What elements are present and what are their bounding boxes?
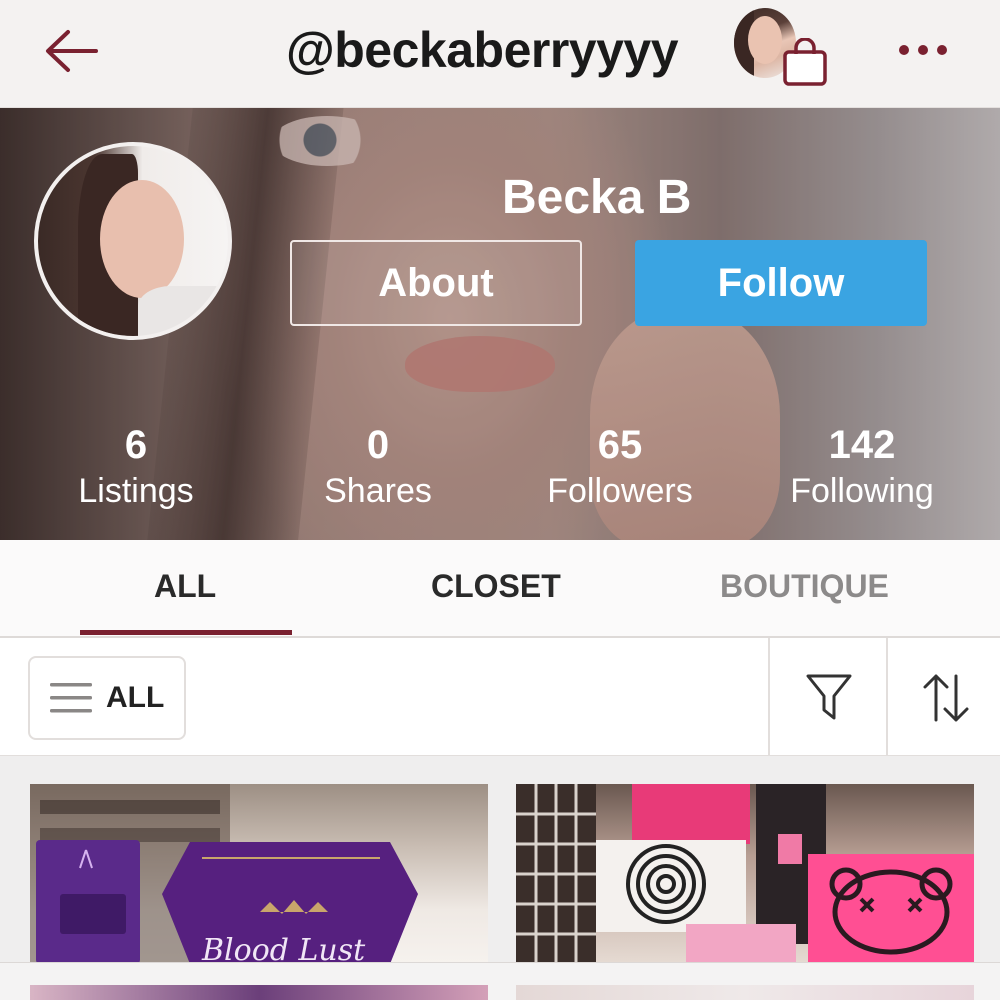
- category-label: ALL: [106, 681, 165, 714]
- listing-photo: Blood Lust: [30, 784, 418, 964]
- stat-following[interactable]: 142 Following: [752, 420, 972, 512]
- profile-handle: @beckaberryyyy: [286, 22, 679, 78]
- active-tab-indicator: [80, 630, 292, 635]
- about-button[interactable]: About: [290, 240, 582, 326]
- profile-avatar[interactable]: [34, 142, 232, 340]
- listing-sign: Blood Lust: [201, 933, 366, 964]
- stat-shares[interactable]: 0 Shares: [268, 420, 488, 512]
- divider: [886, 638, 888, 756]
- back-arrow-icon[interactable]: [42, 26, 102, 76]
- divider: [768, 638, 770, 756]
- more-dots-icon[interactable]: [896, 40, 950, 60]
- follow-button[interactable]: Follow: [635, 240, 927, 326]
- profile-name: Becka B: [502, 171, 692, 224]
- shopping-bag-icon[interactable]: [780, 38, 830, 88]
- stat-value: 6: [124, 423, 148, 467]
- profile-cover: Becka B About Follow 6 Listings 0 Shares…: [0, 108, 1000, 540]
- stat-label: Following: [790, 472, 934, 510]
- listing-card[interactable]: [516, 784, 974, 964]
- hamburger-icon: [50, 683, 92, 713]
- stat-label: Shares: [324, 472, 432, 510]
- stat-value: 65: [597, 423, 643, 467]
- tab-all[interactable]: ALL: [154, 568, 216, 605]
- stat-label: Listings: [78, 472, 194, 510]
- stat-value: 0: [366, 423, 390, 467]
- stat-followers[interactable]: 65 Followers: [510, 420, 730, 512]
- top-bar: @beckaberryyyy: [0, 0, 1000, 108]
- sort-arrows-icon[interactable]: [922, 672, 970, 724]
- tab-closet[interactable]: CLOSET: [431, 568, 561, 605]
- tab-boutique[interactable]: BOUTIQUE: [720, 568, 889, 605]
- filter-bar: ALL: [0, 638, 1000, 756]
- stat-label: Followers: [547, 472, 693, 510]
- listing-card[interactable]: Blood Lust: [30, 784, 488, 964]
- listing-photo: [516, 784, 974, 964]
- stat-listings[interactable]: 6 Listings: [26, 420, 246, 512]
- next-row-peek: [0, 962, 1000, 1000]
- closet-tabs: ALL CLOSET BOUTIQUE: [0, 540, 1000, 638]
- category-dropdown[interactable]: ALL: [28, 656, 186, 740]
- funnel-icon[interactable]: [805, 672, 853, 724]
- stat-value: 142: [828, 423, 896, 467]
